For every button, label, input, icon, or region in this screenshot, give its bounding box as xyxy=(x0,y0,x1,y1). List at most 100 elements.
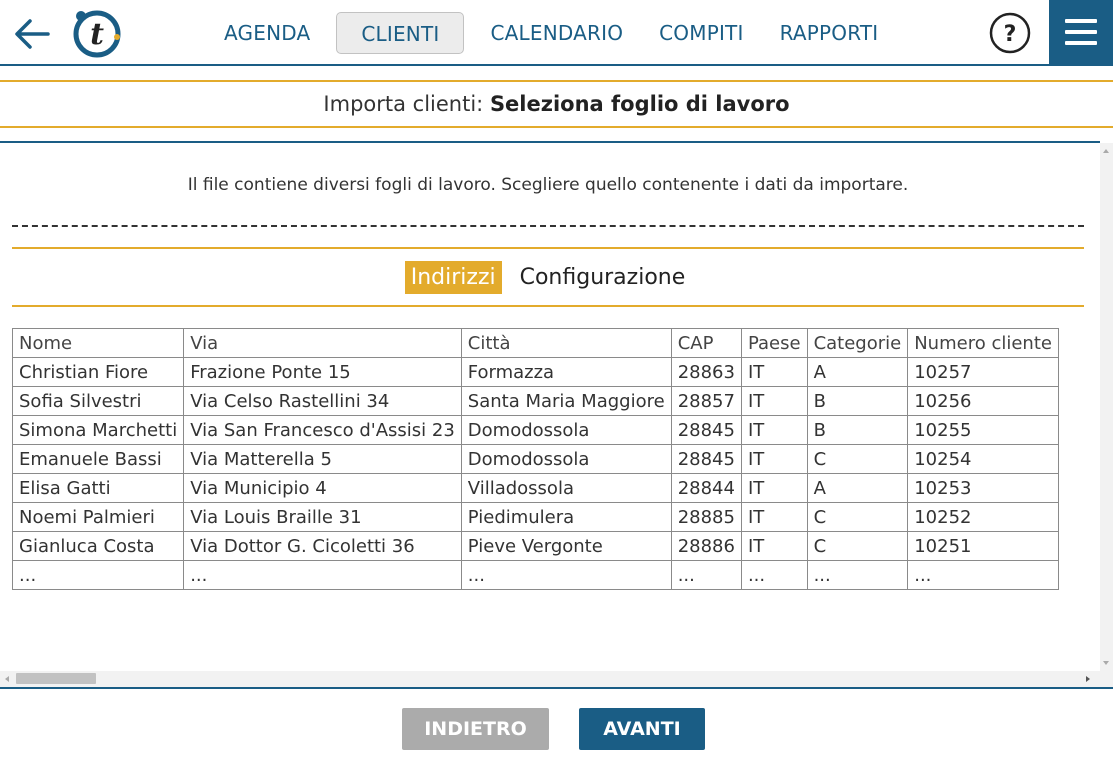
table-cell: 10255 xyxy=(907,415,1059,445)
dashed-divider xyxy=(12,225,1084,227)
page-title-strong: Seleziona foglio di lavoro xyxy=(489,92,790,116)
table-cell: ... xyxy=(740,560,808,590)
table-cell: 28886 xyxy=(670,531,742,561)
back-button[interactable]: INDIETRO xyxy=(402,708,549,750)
page-title-prefix: Importa clienti: xyxy=(323,92,490,116)
nav-item-rapporti[interactable]: RAPPORTI xyxy=(762,12,897,54)
back-arrow-icon[interactable] xyxy=(10,13,52,55)
table-cell: IT xyxy=(740,502,808,532)
table-row: Gianluca Costa Via Dottor G. Cicoletti 3… xyxy=(11,531,1059,561)
app-logo[interactable]: t xyxy=(71,9,123,59)
table-cell: 28845 xyxy=(670,415,742,445)
hamburger-menu-icon[interactable] xyxy=(1049,0,1113,64)
scroll-corner xyxy=(1100,671,1113,687)
column-header: Nome xyxy=(11,328,185,358)
table-cell: Sofia Silvestri xyxy=(11,386,185,416)
table-cell: IT xyxy=(740,357,808,387)
table-cell: Piedimulera xyxy=(460,502,672,532)
nav-item-clienti[interactable]: CLIENTI xyxy=(336,12,465,54)
table-cell: Domodossola xyxy=(460,444,672,474)
help-label: ? xyxy=(1004,22,1017,47)
top-bar: t AGENDA CLIENTI CALENDARIO COMPITI RAPP… xyxy=(0,0,1113,64)
table-cell: A xyxy=(806,473,909,503)
table-cell: IT xyxy=(740,386,808,416)
column-header: Città xyxy=(460,328,672,358)
nav-item-agenda[interactable]: AGENDA xyxy=(206,12,328,54)
table-cell: Via Louis Braille 31 xyxy=(183,502,462,532)
table-cell: Elisa Gatti xyxy=(11,473,185,503)
table-cell: 28863 xyxy=(670,357,742,387)
table-cell: 10252 xyxy=(907,502,1059,532)
table-cell: 10257 xyxy=(907,357,1059,387)
table-row: Simona Marchetti Via San Francesco d'Ass… xyxy=(11,415,1059,445)
preview-table: Nome Via Città CAP Paese Categorie Numer… xyxy=(11,328,1059,590)
table-cell: 28857 xyxy=(670,386,742,416)
table-cell: Via San Francesco d'Assisi 23 xyxy=(183,415,462,445)
table-cell: Santa Maria Maggiore xyxy=(460,386,672,416)
table-cell: B xyxy=(806,415,909,445)
top-bar-divider xyxy=(0,64,1113,66)
sheet-tabs: Indirizzi Configurazione xyxy=(12,247,1084,307)
column-header: CAP xyxy=(670,328,742,358)
scroll-right-icon[interactable] xyxy=(1086,676,1090,682)
logo-letter: t xyxy=(90,17,104,52)
table-header-row: Nome Via Città CAP Paese Categorie Numer… xyxy=(11,328,1059,358)
table-cell: Via Celso Rastellini 34 xyxy=(183,386,462,416)
footer-divider xyxy=(0,687,1113,689)
sheet-tab-indirizzi[interactable]: Indirizzi xyxy=(404,260,502,294)
horizontal-scrollbar[interactable] xyxy=(0,671,1100,687)
table-row: Noemi Palmieri Via Louis Braille 31 Pied… xyxy=(11,502,1059,532)
table-cell: A xyxy=(806,357,909,387)
content-area: Il file contiene diversi fogli di lavoro… xyxy=(0,143,1100,671)
table-cell: ... xyxy=(670,560,742,590)
table-row: Emanuele Bassi Via Matterella 5 Domodoss… xyxy=(11,444,1059,474)
scroll-down-icon[interactable] xyxy=(1103,661,1109,665)
table-cell: ... xyxy=(806,560,909,590)
table-cell: IT xyxy=(740,444,808,474)
table-cell: Noemi Palmieri xyxy=(11,502,185,532)
table-cell: C xyxy=(806,531,909,561)
table-cell: Frazione Ponte 15 xyxy=(183,357,462,387)
table-cell: 28845 xyxy=(670,444,742,474)
table-cell: 10254 xyxy=(907,444,1059,474)
help-icon[interactable]: ? xyxy=(989,12,1031,54)
table-cell: 10253 xyxy=(907,473,1059,503)
table-row: ... ... ... ... ... ... ... xyxy=(11,560,1059,590)
column-header: Numero cliente xyxy=(907,328,1059,358)
table-row: Elisa Gatti Via Municipio 4 Villadossola… xyxy=(11,473,1059,503)
table-cell: C xyxy=(806,444,909,474)
table-cell: C xyxy=(806,502,909,532)
table-cell: Emanuele Bassi xyxy=(11,444,185,474)
nav-item-compiti[interactable]: COMPITI xyxy=(641,12,761,54)
table-cell: ... xyxy=(11,560,185,590)
column-header: Categorie xyxy=(806,328,909,358)
table-cell: Gianluca Costa xyxy=(11,531,185,561)
table-cell: Villadossola xyxy=(460,473,672,503)
page-title: Importa clienti: Seleziona foglio di lav… xyxy=(0,80,1113,128)
table-cell: ... xyxy=(460,560,672,590)
scroll-up-icon[interactable] xyxy=(1103,149,1109,153)
table-cell: Christian Fiore xyxy=(11,357,185,387)
main-nav: AGENDA CLIENTI CALENDARIO COMPITI RAPPOR… xyxy=(206,12,896,54)
table-cell: Domodossola xyxy=(460,415,672,445)
scroll-left-icon[interactable] xyxy=(5,676,9,682)
table-cell: 28844 xyxy=(670,473,742,503)
nav-item-calendario[interactable]: CALENDARIO xyxy=(472,12,641,54)
table-cell: Pieve Vergonte xyxy=(460,531,672,561)
table-row: Christian Fiore Frazione Ponte 15 Formaz… xyxy=(11,357,1059,387)
table-cell: Simona Marchetti xyxy=(11,415,185,445)
column-header: Paese xyxy=(740,328,808,358)
table-cell: Via Municipio 4 xyxy=(183,473,462,503)
table-row: Sofia Silvestri Via Celso Rastellini 34 … xyxy=(11,386,1059,416)
horizontal-scroll-thumb[interactable] xyxy=(16,673,96,684)
sheet-tab-configurazione[interactable]: Configurazione xyxy=(514,261,692,294)
next-button[interactable]: AVANTI xyxy=(579,708,705,750)
info-text: Il file contiene diversi fogli di lavoro… xyxy=(187,175,909,195)
table-cell: 10251 xyxy=(907,531,1059,561)
vertical-scrollbar[interactable] xyxy=(1100,143,1113,671)
table-cell: Via Matterella 5 xyxy=(183,444,462,474)
table-cell: 10256 xyxy=(907,386,1059,416)
table-cell: IT xyxy=(740,415,808,445)
table-cell: 28885 xyxy=(670,502,742,532)
table-cell: Via Dottor G. Cicoletti 36 xyxy=(183,531,462,561)
